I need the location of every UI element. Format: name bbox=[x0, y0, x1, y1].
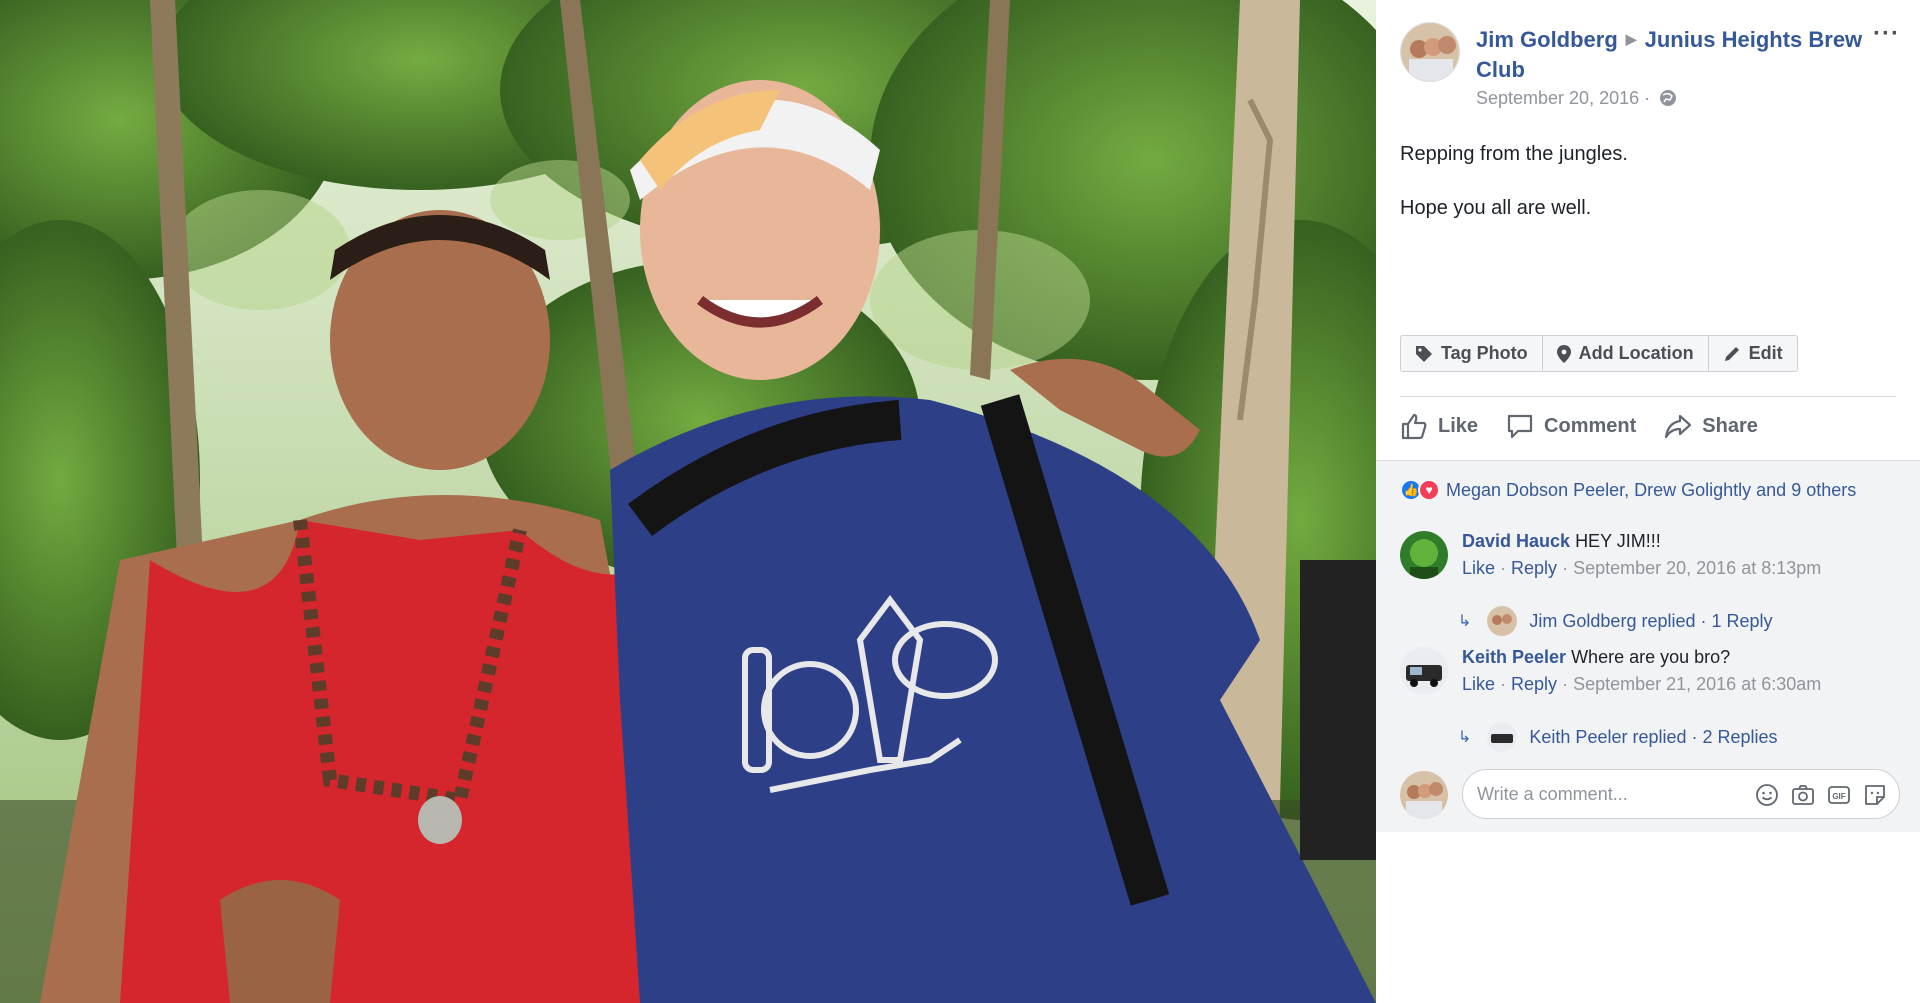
commenter-avatar[interactable] bbox=[1400, 531, 1448, 579]
comment-author-link[interactable]: Keith Peeler bbox=[1462, 647, 1566, 667]
comment-meta: Like · Reply · September 20, 2016 at 8:1… bbox=[1462, 558, 1822, 578]
tag-icon bbox=[1416, 345, 1432, 362]
author-name-link[interactable]: Jim Goldberg bbox=[1476, 27, 1618, 52]
add-location-button[interactable]: Add Location bbox=[1543, 336, 1709, 371]
tag-photo-button[interactable]: Tag Photo bbox=[1401, 336, 1543, 371]
globe-icon bbox=[1659, 89, 1677, 112]
location-pin-icon bbox=[1556, 344, 1571, 363]
replier-avatar bbox=[1487, 606, 1518, 636]
speech-bubble-icon bbox=[1507, 414, 1533, 439]
my-avatar bbox=[1400, 771, 1448, 819]
commenter-avatar[interactable] bbox=[1400, 647, 1448, 695]
share-arrow-icon bbox=[1665, 414, 1692, 439]
tag-photo-label: Tag Photo bbox=[1441, 343, 1528, 363]
post-timestamp[interactable]: September 20, 2016 · bbox=[1476, 88, 1677, 112]
comment-reply-link[interactable]: Reply bbox=[1511, 674, 1557, 694]
heart-reaction-icon: ♥ bbox=[1418, 479, 1440, 501]
edit-label: Edit bbox=[1748, 343, 1783, 363]
post-side-panel: Jim Goldberg ▶ Junius Heights Brew Club Se… bbox=[1376, 0, 1920, 1003]
svg-text:GIF: GIF bbox=[1832, 792, 1845, 801]
add-location-label: Add Location bbox=[1578, 343, 1694, 363]
replier-avatar bbox=[1487, 722, 1518, 752]
comment-meta: Like · Reply · September 21, 2016 at 6:3… bbox=[1462, 674, 1822, 694]
reply-arrow-icon: ↳ bbox=[1458, 613, 1472, 630]
smiley-icon[interactable] bbox=[1755, 783, 1779, 807]
comment-label: Comment bbox=[1544, 414, 1637, 437]
share-button[interactable]: Share bbox=[1664, 412, 1758, 440]
photo-tools-bar: Tag Photo Add Location Edit bbox=[1400, 335, 1798, 372]
reply-arrow-icon: ↳ bbox=[1458, 729, 1472, 746]
comment-text: Where are you bro? bbox=[1571, 647, 1731, 667]
comment-body: David Hauck HEY JIM!!! Like · Reply · Se… bbox=[1462, 531, 1892, 579]
arrow-right-icon: ▶ bbox=[1625, 31, 1637, 47]
post-date-text: September 20, 2016 · bbox=[1476, 88, 1651, 108]
replies-text: Keith Peeler replied · 2 Replies bbox=[1529, 726, 1778, 747]
post-message-line: Repping from the jungles. bbox=[1400, 143, 1628, 165]
camera-icon[interactable] bbox=[1791, 783, 1815, 807]
comment-composer: GIF bbox=[1400, 769, 1900, 819]
reactions-summary[interactable]: 👍 ♥ Megan Dobson Peeler, Drew Golightly … bbox=[1400, 479, 1856, 501]
share-label: Share bbox=[1702, 414, 1758, 437]
comment-like-link[interactable]: Like bbox=[1462, 674, 1495, 694]
comment-button[interactable]: Comment bbox=[1506, 412, 1636, 440]
divider bbox=[1400, 396, 1896, 397]
reactors-text[interactable]: Megan Dobson Peeler, Drew Golightly and … bbox=[1446, 480, 1856, 501]
sticker-icon[interactable] bbox=[1863, 783, 1887, 807]
gif-icon[interactable]: GIF bbox=[1827, 783, 1851, 807]
comment-input-box[interactable]: GIF bbox=[1462, 769, 1900, 819]
view-replies-link[interactable]: ↳ Keith Peeler replied · 2 Replies bbox=[1458, 722, 1778, 752]
comment-timestamp[interactable]: · September 21, 2016 at 6:30am bbox=[1562, 674, 1821, 694]
thumbs-up-icon bbox=[1401, 413, 1427, 440]
composer-icons: GIF bbox=[1755, 783, 1887, 807]
comment-text: HEY JIM!!! bbox=[1575, 531, 1661, 551]
like-button[interactable]: Like bbox=[1400, 412, 1478, 440]
post-message-line: Hope you all are well. bbox=[1400, 197, 1592, 219]
more-options-button[interactable]: ··· bbox=[1873, 22, 1900, 46]
jungle-photo-illustration bbox=[0, 0, 1376, 1003]
comment-input[interactable] bbox=[1477, 783, 1727, 805]
comments-section: 👍 ♥ Megan Dobson Peeler, Drew Golightly … bbox=[1376, 460, 1920, 832]
comment-body: Keith Peeler Where are you bro? Like · R… bbox=[1462, 647, 1892, 695]
author-avatar[interactable] bbox=[1400, 22, 1460, 82]
post-actions: Like Comment Share bbox=[1400, 412, 1758, 440]
comment-timestamp[interactable]: · September 20, 2016 at 8:13pm bbox=[1562, 558, 1821, 578]
post-message: Repping from the jungles. Hope you all a… bbox=[1400, 143, 1628, 251]
post-photo[interactable] bbox=[0, 0, 1376, 1003]
like-label: Like bbox=[1438, 414, 1479, 437]
comment-like-link[interactable]: Like bbox=[1462, 558, 1495, 578]
comment-reply-link[interactable]: Reply bbox=[1511, 558, 1557, 578]
view-replies-link[interactable]: ↳ Jim Goldberg replied · 1 Reply bbox=[1458, 606, 1773, 636]
replies-text: Jim Goldberg replied · 1 Reply bbox=[1529, 610, 1773, 631]
edit-button[interactable]: Edit bbox=[1709, 336, 1797, 371]
pencil-icon bbox=[1724, 346, 1739, 361]
comment-author-link[interactable]: David Hauck bbox=[1462, 531, 1570, 551]
author-line: Jim Goldberg ▶ Junius Heights Brew Club bbox=[1476, 24, 1876, 85]
